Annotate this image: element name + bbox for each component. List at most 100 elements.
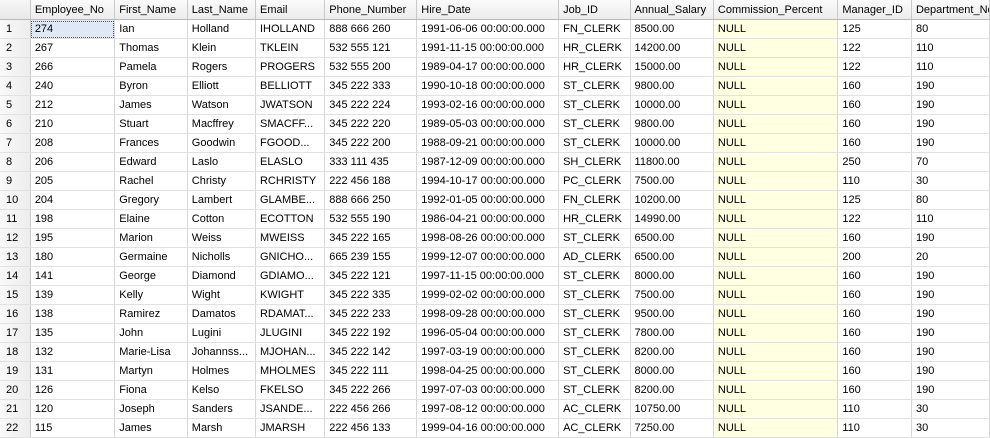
cell-phone-number[interactable]: 222 456 266 [324,399,418,419]
cell-first-name[interactable]: Stuart [114,114,188,134]
cell-employee-no[interactable]: 141 [30,266,116,286]
cell-commission-percent[interactable]: NULL [713,342,839,362]
table-row[interactable]: 15 139 Kelly Wight KWIGHT 345 222 335 1999-02-… [0,285,990,305]
row-number[interactable]: 3 [0,57,31,77]
cell-first-name[interactable]: Ian [114,19,188,39]
cell-manager-id[interactable]: 125 [837,190,912,210]
cell-hire-date[interactable]: 1999-12-07 00:00:00.000 [416,247,560,267]
table-row[interactable]: 1 274 Ian Holland IHOLLAND 888 666 260 1991-06… [0,19,990,39]
cell-annual-salary[interactable]: 10000.00 [630,133,714,153]
cell-employee-no[interactable]: 204 [30,190,116,210]
row-number[interactable]: 14 [0,266,31,286]
table-row[interactable]: 5 212 James Watson JWATSON 345 222 224 1993-02… [0,95,990,115]
cell-email[interactable]: MHOLMES [255,361,326,381]
cell-employee-no[interactable]: 120 [30,399,116,419]
cell-department-no[interactable]: 110 [911,209,990,229]
cell-manager-id[interactable]: 160 [837,95,912,115]
cell-department-no[interactable]: 190 [911,323,990,343]
cell-phone-number[interactable]: 345 222 224 [324,95,418,115]
cell-commission-percent[interactable]: NULL [713,361,839,381]
column-header-commission-percent[interactable]: Commission_Percent [713,0,839,20]
cell-job-id[interactable]: HR_CLERK [558,38,631,58]
column-header-first-name[interactable]: First_Name [114,0,188,20]
cell-email[interactable]: GDIAMO... [255,266,326,286]
cell-job-id[interactable]: AC_CLERK [558,418,631,438]
row-number[interactable]: 20 [0,380,31,400]
cell-first-name[interactable]: James [114,95,188,115]
cell-hire-date[interactable]: 1989-05-03 00:00:00.000 [416,114,560,134]
cell-job-id[interactable]: ST_CLERK [558,380,631,400]
cell-email[interactable]: JLUGINI [255,323,326,343]
table-row[interactable]: 22 115 James Marsh JMARSH 222 456 133 1999-04-… [0,418,990,438]
cell-commission-percent[interactable]: NULL [713,380,839,400]
cell-hire-date[interactable]: 1993-02-16 00:00:00.000 [416,95,560,115]
cell-email[interactable]: MWEISS [255,228,326,248]
row-number[interactable]: 21 [0,399,31,419]
cell-email[interactable]: TKLEIN [255,38,326,58]
cell-employee-no[interactable]: 274 [30,19,116,39]
cell-commission-percent[interactable]: NULL [713,19,839,39]
table-row[interactable]: 21 120 Joseph Sanders JSANDE... 222 456 266 19… [0,399,990,419]
cell-hire-date[interactable]: 1999-04-16 00:00:00.000 [416,418,560,438]
cell-commission-percent[interactable]: NULL [713,133,839,153]
cell-department-no[interactable]: 190 [911,114,990,134]
cell-annual-salary[interactable]: 10200.00 [630,190,714,210]
cell-commission-percent[interactable]: NULL [713,266,839,286]
cell-employee-no[interactable]: 132 [30,342,116,362]
cell-annual-salary[interactable]: 10000.00 [630,95,714,115]
table-row[interactable]: 4 240 Byron Elliott BELLIOTT 345 222 333 1990-… [0,76,990,96]
row-number[interactable]: 16 [0,304,31,324]
cell-hire-date[interactable]: 1992-01-05 00:00:00.000 [416,190,560,210]
cell-hire-date[interactable]: 1990-10-18 00:00:00.000 [416,76,560,96]
cell-phone-number[interactable]: 888 666 250 [324,190,418,210]
row-number[interactable]: 13 [0,247,31,267]
cell-last-name[interactable]: Christy [187,171,256,191]
cell-commission-percent[interactable]: NULL [713,323,839,343]
cell-department-no[interactable]: 80 [911,19,990,39]
cell-phone-number[interactable]: 222 456 133 [324,418,418,438]
cell-annual-salary[interactable]: 14200.00 [630,38,714,58]
select-all-corner[interactable] [0,0,31,20]
cell-employee-no[interactable]: 198 [30,209,116,229]
cell-phone-number[interactable]: 345 222 333 [324,76,418,96]
cell-annual-salary[interactable]: 8000.00 [630,266,714,286]
column-header-email[interactable]: Email [255,0,326,20]
cell-manager-id[interactable]: 160 [837,304,912,324]
table-row[interactable]: 18 132 Marie-Lisa Johannss... MJOHAN... 345 2… [0,342,990,362]
table-row[interactable]: 2 267 Thomas Klein TKLEIN 532 555 121 1991-11-… [0,38,990,58]
cell-annual-salary[interactable]: 8500.00 [630,19,714,39]
table-row[interactable]: 7 208 Frances Goodwin FGOOD... 345 222 200 198… [0,133,990,153]
cell-first-name[interactable]: Rachel [114,171,188,191]
cell-job-id[interactable]: PC_CLERK [558,171,631,191]
cell-last-name[interactable]: Kelso [187,380,256,400]
cell-first-name[interactable]: Byron [114,76,188,96]
cell-job-id[interactable]: ST_CLERK [558,285,631,305]
cell-annual-salary[interactable]: 10750.00 [630,399,714,419]
cell-email[interactable]: ELASLO [255,152,326,172]
cell-manager-id[interactable]: 110 [837,171,912,191]
cell-phone-number[interactable]: 222 456 188 [324,171,418,191]
cell-employee-no[interactable]: 138 [30,304,116,324]
cell-employee-no[interactable]: 195 [30,228,116,248]
table-row[interactable]: 13 180 Germaine Nicholls GNICHO... 665 239 15… [0,247,990,267]
cell-last-name[interactable]: Johannss... [187,342,256,362]
cell-hire-date[interactable]: 1998-08-26 00:00:00.000 [416,228,560,248]
cell-last-name[interactable]: Lugini [187,323,256,343]
cell-last-name[interactable]: Damatos [187,304,256,324]
row-number[interactable]: 19 [0,361,31,381]
cell-job-id[interactable]: ST_CLERK [558,361,631,381]
table-row[interactable]: 14 141 George Diamond GDIAMO... 345 222 121 19… [0,266,990,286]
cell-manager-id[interactable]: 160 [837,228,912,248]
row-number[interactable]: 15 [0,285,31,305]
cell-annual-salary[interactable]: 8200.00 [630,342,714,362]
cell-employee-no[interactable]: 205 [30,171,116,191]
cell-job-id[interactable]: ST_CLERK [558,266,631,286]
cell-hire-date[interactable]: 1986-04-21 00:00:00.000 [416,209,560,229]
cell-employee-no[interactable]: 115 [30,418,116,438]
column-header-hire-date[interactable]: Hire_Date [416,0,560,20]
cell-email[interactable]: GNICHO... [255,247,326,267]
cell-annual-salary[interactable]: 6500.00 [630,228,714,248]
row-number[interactable]: 17 [0,323,31,343]
cell-manager-id[interactable]: 160 [837,114,912,134]
cell-manager-id[interactable]: 122 [837,38,912,58]
